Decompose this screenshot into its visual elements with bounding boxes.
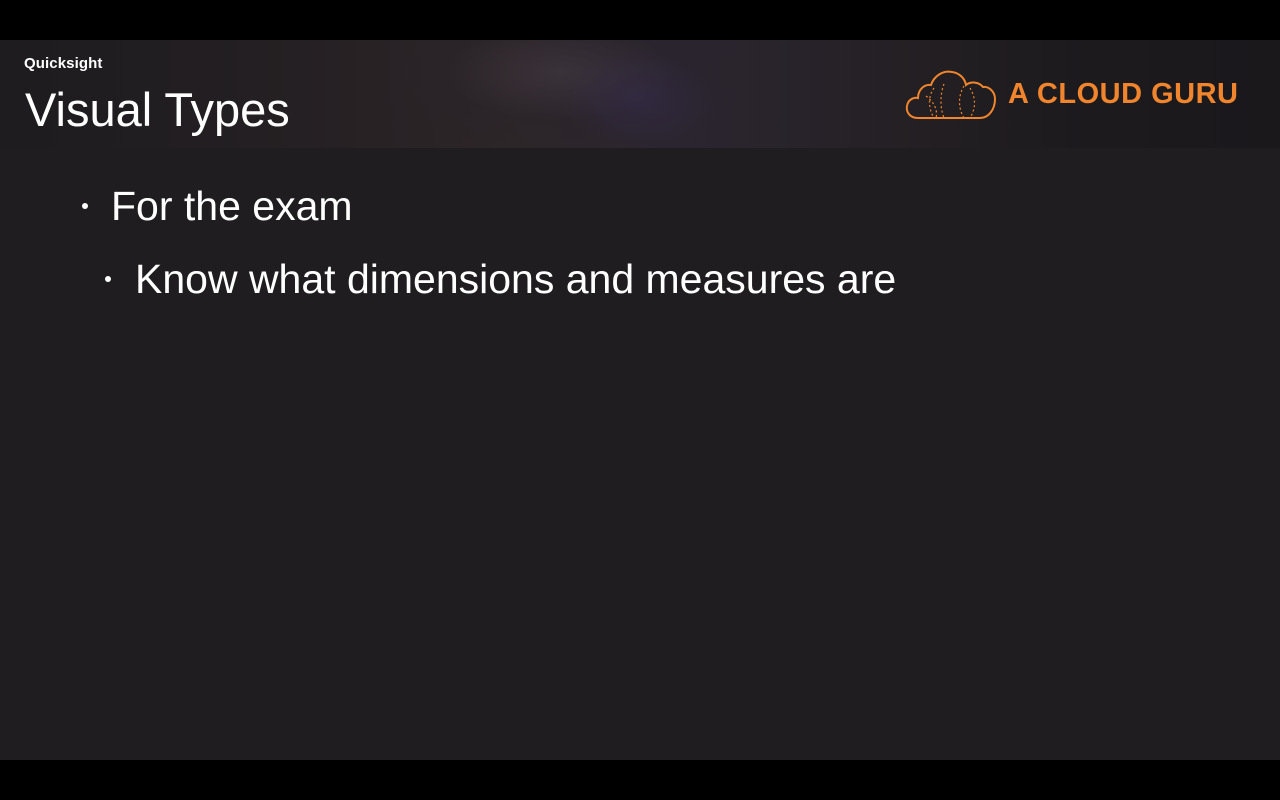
slide-title: Visual Types	[25, 83, 290, 136]
presentation-slide: Quicksight Visual Types A CLOUD GURU For…	[0, 40, 1280, 760]
brand-logo: A CLOUD GURU	[904, 66, 1249, 122]
header-presenter-shadow	[560, 50, 720, 148]
bullet-text: Know what dimensions and measures are	[135, 256, 897, 302]
bullet-dot-icon	[105, 276, 111, 282]
cloud-logo-icon	[905, 70, 997, 119]
bullet-dot-icon	[82, 203, 88, 209]
bullet-text: For the exam	[111, 183, 353, 229]
course-label: Quicksight	[24, 55, 103, 72]
logo-wordmark: A CLOUD GURU	[1008, 78, 1239, 110]
slide-header: Quicksight Visual Types A CLOUD GURU	[0, 40, 1280, 148]
video-frame: Quicksight Visual Types A CLOUD GURU For…	[0, 0, 1280, 800]
